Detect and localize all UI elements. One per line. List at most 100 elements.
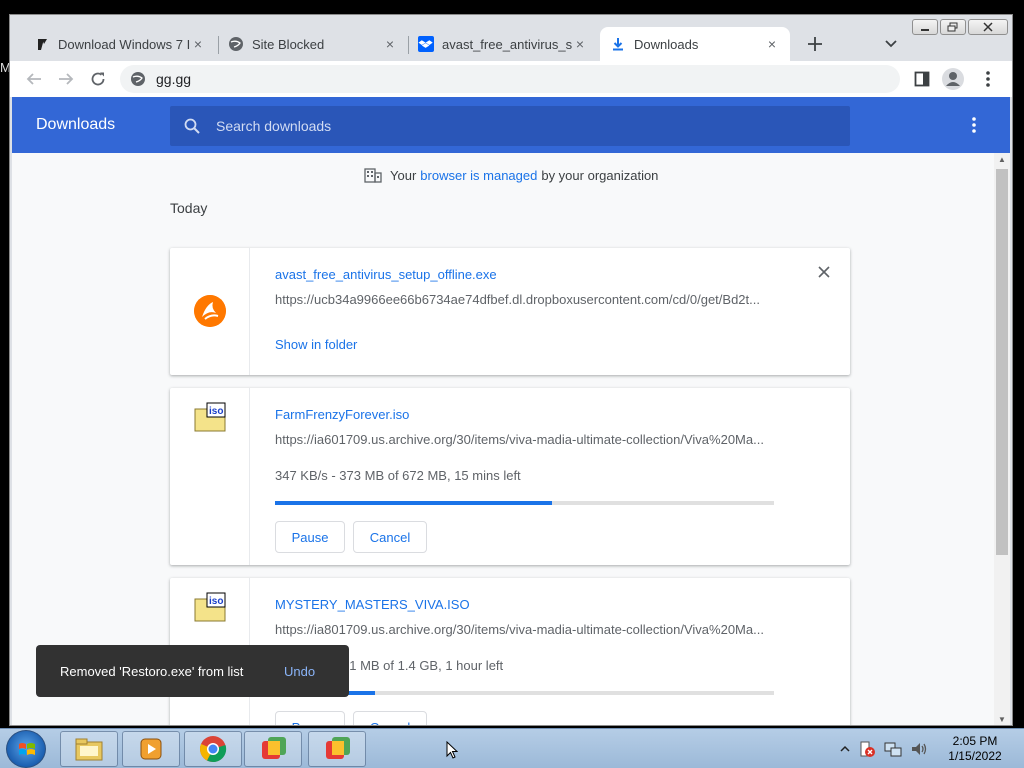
url-text: gg.gg [156, 71, 192, 87]
scroll-down-icon[interactable]: ▼ [994, 713, 1010, 725]
tab-search-button[interactable] [884, 36, 902, 54]
file-name-link[interactable]: avast_free_antivirus_setup_offline.exe [275, 267, 497, 282]
svg-text:iso: iso [209, 596, 223, 607]
downloads-header: Downloads Search downloads [12, 97, 1010, 153]
tab-avast-setup[interactable]: avast_free_antivirus_setu × [408, 27, 598, 61]
action-center-icon[interactable] [858, 740, 876, 758]
tab-close-icon[interactable]: × [764, 36, 780, 52]
taskbar-explorer[interactable] [60, 731, 118, 767]
clock-time: 2:05 PM [952, 734, 998, 748]
pause-button[interactable]: Pause [275, 711, 345, 725]
download-icon [613, 38, 623, 51]
media-player-icon [140, 738, 162, 760]
file-name-link[interactable]: FarmFrenzyForever.iso [275, 407, 409, 422]
app-icon [326, 737, 350, 759]
progress-fill [275, 501, 552, 505]
download-item: iso FarmFrenzyForever.iso https://ia6017… [170, 388, 850, 565]
cancel-button[interactable]: Cancel [353, 521, 427, 553]
kebab-menu-icon [972, 117, 976, 133]
remove-from-list-button[interactable] [816, 266, 832, 282]
file-icon-column: iso [170, 388, 250, 565]
taskbar-clock[interactable]: 2:05 PM 1/15/2022 [938, 734, 1012, 764]
iso-file-icon: iso [194, 592, 226, 622]
tab-title: avast_free_antivirus_setu [442, 36, 572, 52]
download-status: 91 MB of 1.4 GB, 1 hour left [342, 658, 504, 673]
file-url-link[interactable]: https://ucb34a9966ee66b6734ae74dfbef.dl.… [275, 292, 775, 307]
tab-site-blocked[interactable]: Site Blocked × [218, 27, 408, 61]
tab-close-icon[interactable]: × [190, 36, 206, 52]
download-status: 347 KB/s - 373 MB of 672 MB, 15 mins lef… [275, 468, 521, 483]
downloads-page: Downloads Search downloads Your browser … [12, 97, 1010, 725]
toast-notification: Removed 'Restoro.exe' from list Undo [36, 645, 349, 697]
managed-link[interactable]: browser is managed [420, 168, 537, 183]
progress-bar [275, 691, 774, 695]
network-icon[interactable] [884, 740, 902, 758]
system-tray [840, 729, 928, 768]
profile-avatar[interactable] [942, 68, 964, 90]
pause-button[interactable]: Pause [275, 521, 345, 553]
cancel-button[interactable]: Cancel [353, 711, 427, 725]
avast-icon [194, 295, 226, 327]
tab-download-windows[interactable]: Download Windows 7 IS × [24, 27, 216, 61]
forward-button[interactable] [56, 69, 76, 89]
browser-menu-button[interactable] [978, 69, 998, 89]
arrow-left-icon [26, 73, 41, 85]
progress-bar [275, 501, 774, 505]
tab-close-icon[interactable]: × [572, 36, 588, 52]
tab-close-icon[interactable]: × [382, 36, 398, 52]
file-name-link[interactable]: MYSTERY_MASTERS_VIVA.ISO [275, 597, 470, 612]
managed-suffix: by your organization [541, 167, 659, 183]
undo-button[interactable]: Undo [284, 664, 315, 679]
search-placeholder: Search downloads [216, 118, 332, 134]
taskbar-chrome[interactable] [184, 731, 242, 767]
tab-downloads[interactable]: Downloads × [600, 27, 790, 61]
scroll-up-icon[interactable]: ▲ [994, 153, 1010, 167]
globe-icon [229, 37, 243, 51]
show-in-folder-link[interactable]: Show in folder [275, 337, 357, 352]
scroll-thumb[interactable] [996, 169, 1008, 555]
tab-title: Download Windows 7 IS [58, 36, 190, 52]
date-section-heading: Today [170, 200, 208, 216]
svg-text:iso: iso [209, 406, 223, 417]
taskbar: 2:05 PM 1/15/2022 [0, 728, 1024, 768]
start-button[interactable] [6, 730, 46, 768]
folder-icon [75, 738, 103, 761]
globe-icon [131, 72, 145, 86]
tab-favicon-tenforums-icon [38, 39, 47, 50]
page-scrollbar[interactable]: ▲ ▼ [994, 153, 1010, 725]
new-tab-button[interactable] [804, 34, 826, 56]
file-url-link[interactable]: https://ia601709.us.archive.org/30/items… [275, 432, 775, 447]
toolbar: gg.gg [10, 61, 1012, 97]
managed-prefix: Your [390, 167, 417, 183]
reload-button[interactable] [88, 69, 108, 89]
address-bar[interactable]: gg.gg [120, 65, 900, 93]
search-downloads-input[interactable]: Search downloads [170, 106, 850, 146]
reload-icon [91, 72, 105, 86]
person-icon [946, 72, 960, 86]
volume-icon[interactable] [910, 740, 928, 758]
iso-file-icon: iso [194, 402, 226, 432]
tab-strip: Download Windows 7 IS × Site Blocked × a… [10, 27, 1012, 61]
managed-notice: Your browser is managed by your organiza… [364, 167, 658, 183]
windows-logo-icon [19, 743, 35, 755]
building-icon [364, 168, 382, 183]
taskbar-media-player[interactable] [122, 731, 180, 767]
download-item: avast_free_antivirus_setup_offline.exe h… [170, 248, 850, 375]
kebab-menu-icon [986, 71, 990, 87]
show-hidden-icons-icon[interactable] [840, 744, 850, 754]
taskbar-app-1[interactable] [244, 731, 302, 767]
toast-message: Removed 'Restoro.exe' from list [60, 663, 244, 679]
taskbar-app-2[interactable] [308, 731, 366, 767]
file-url-link[interactable]: https://ia801709.us.archive.org/30/items… [275, 622, 775, 637]
mouse-cursor-icon [446, 741, 458, 759]
chrome-icon [200, 736, 227, 763]
side-panel-button[interactable] [912, 69, 932, 89]
app-icon [262, 737, 286, 759]
back-button[interactable] [24, 69, 44, 89]
clock-date: 1/15/2022 [948, 749, 1002, 763]
plus-icon [808, 37, 822, 51]
dropbox-icon [418, 36, 434, 52]
file-icon-column [170, 248, 250, 375]
browser-window: Download Windows 7 IS × Site Blocked × a… [9, 14, 1013, 726]
downloads-menu-button[interactable] [968, 114, 980, 136]
